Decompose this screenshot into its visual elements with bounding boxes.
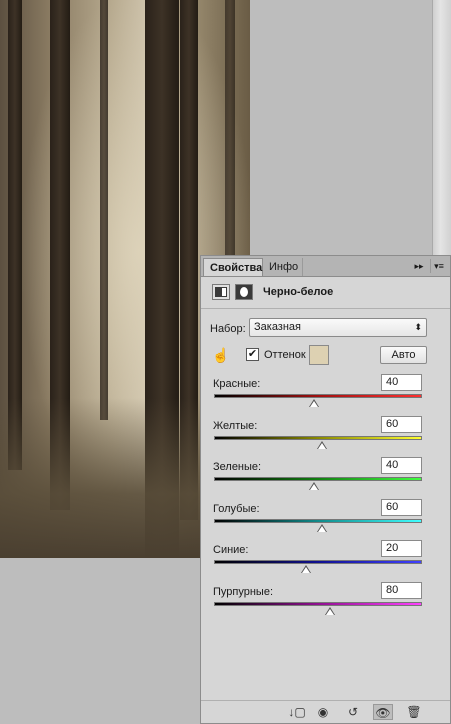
slider-thumb[interactable] bbox=[308, 482, 319, 490]
eye-icon[interactable]: 👁 bbox=[373, 704, 393, 720]
chevron-updown-icon: ⬍ bbox=[414, 322, 422, 332]
properties-panel: Свойства Инфо ▸▸ ▾≡ Черно-белое Набор: З… bbox=[200, 255, 451, 724]
adjustment-title: Черно-белое bbox=[263, 286, 334, 298]
mask-icon[interactable] bbox=[235, 284, 253, 300]
panel-footer: ↓▢ ◉ ↺ 👁 🗑 bbox=[201, 700, 450, 723]
slider-label: Пурпурные: bbox=[213, 585, 274, 598]
tab-info[interactable]: Инфо bbox=[263, 258, 303, 276]
tint-checkbox[interactable]: ✔ bbox=[246, 348, 259, 361]
slider-thumb[interactable] bbox=[317, 523, 328, 532]
slider-thumb[interactable] bbox=[300, 565, 311, 573]
panel-tabbar: Свойства Инфо ▸▸ ▾≡ bbox=[201, 256, 450, 277]
slider-row: Синие: 20 bbox=[201, 540, 451, 582]
tab-properties[interactable]: Свойства bbox=[203, 258, 263, 276]
slider-track[interactable] bbox=[214, 518, 422, 523]
view-previous-state-icon[interactable]: ◉ bbox=[313, 704, 333, 720]
clip-to-layer-icon[interactable]: ↓▢ bbox=[287, 704, 307, 720]
tint-color-swatch[interactable] bbox=[309, 345, 329, 365]
slider-value-input[interactable]: 60 bbox=[381, 415, 422, 433]
tint-label: Оттенок bbox=[264, 349, 306, 361]
slider-thumb[interactable] bbox=[325, 606, 336, 615]
collapse-icon[interactable]: ▸▸ bbox=[412, 259, 426, 273]
slider-row: Красные: 40 bbox=[201, 374, 451, 416]
slider-label: Синие: bbox=[213, 544, 249, 556]
targeted-adjustment-hand-icon[interactable]: ☝ bbox=[211, 345, 231, 365]
preset-label: Набор: bbox=[210, 323, 246, 335]
slider-track[interactable] bbox=[214, 435, 422, 440]
slider-track[interactable] bbox=[214, 601, 422, 606]
slider-track[interactable] bbox=[214, 394, 422, 398]
slider-value-input[interactable]: 20 bbox=[381, 540, 422, 557]
slider-value-input[interactable]: 60 bbox=[381, 498, 422, 516]
slider-row: Зеленые: 40 bbox=[201, 457, 451, 499]
auto-button[interactable]: Авто bbox=[380, 346, 427, 364]
trash-icon[interactable]: 🗑 bbox=[404, 704, 424, 720]
adjustment-icon[interactable] bbox=[212, 284, 230, 300]
slider-row: Пурпурные: 80 bbox=[201, 581, 451, 624]
slider-label: Зеленые: bbox=[213, 461, 262, 473]
panel-menu-icon[interactable]: ▾≡ bbox=[430, 259, 447, 273]
slider-value-input[interactable]: 80 bbox=[381, 581, 422, 599]
slider-value-input[interactable]: 40 bbox=[381, 374, 422, 391]
slider-thumb[interactable] bbox=[308, 399, 319, 407]
tree-trunk bbox=[100, 0, 108, 420]
slider-row: Желтые: 60 bbox=[201, 415, 451, 458]
preset-value: Заказная bbox=[254, 321, 302, 333]
slider-label: Желтые: bbox=[213, 419, 258, 432]
adjustment-header: Черно-белое bbox=[201, 276, 450, 309]
slider-thumb[interactable] bbox=[317, 440, 328, 449]
slider-label: Красные: bbox=[213, 378, 261, 390]
slider-label: Голубые: bbox=[213, 502, 260, 515]
slider-track[interactable] bbox=[214, 477, 422, 481]
preset-select[interactable]: Заказная ⬍ bbox=[249, 318, 427, 337]
reset-icon[interactable]: ↺ bbox=[343, 704, 363, 720]
slider-value-input[interactable]: 40 bbox=[381, 457, 422, 474]
slider-track[interactable] bbox=[214, 560, 422, 564]
slider-row: Голубые: 60 bbox=[201, 498, 451, 541]
